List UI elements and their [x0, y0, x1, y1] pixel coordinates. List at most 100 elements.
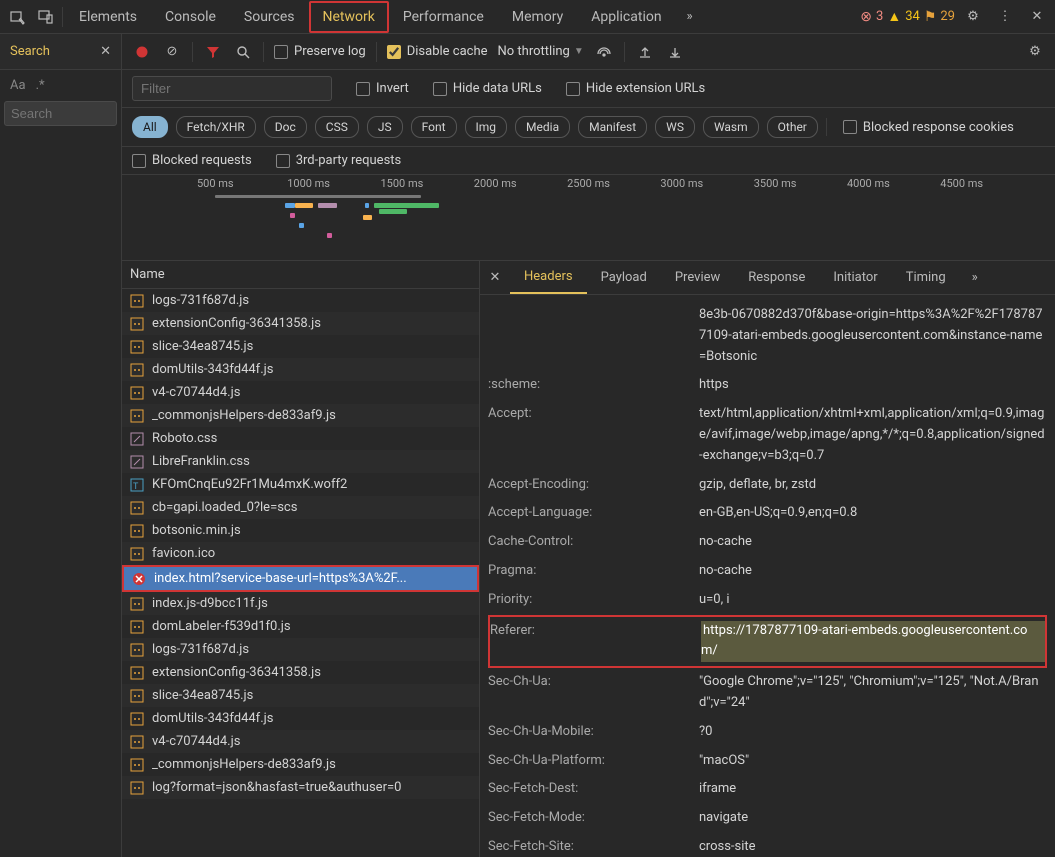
chip-font[interactable]: Font [411, 116, 457, 138]
chip-wasm[interactable]: Wasm [703, 116, 759, 138]
issues-badge[interactable]: ⚑ 29 [924, 9, 955, 25]
request-row[interactable]: domUtils-343fd44f.js [122, 707, 479, 730]
request-row[interactable]: _commonjsHelpers-de833af9.js [122, 753, 479, 776]
request-row[interactable]: favicon.ico [122, 542, 479, 565]
request-row[interactable]: log?format=json&hasfast=true&authuser=0 [122, 776, 479, 799]
chip-js[interactable]: JS [367, 116, 403, 138]
request-name: domUtils-343fd44f.js [152, 362, 273, 377]
request-row[interactable]: logs-731f687d.js [122, 289, 479, 312]
filter-toggle-icon[interactable] [203, 42, 223, 62]
request-name: favicon.ico [152, 546, 215, 561]
request-row[interactable]: v4-c70744d4.js [122, 381, 479, 404]
network-conditions-icon[interactable] [594, 42, 614, 62]
js-file-icon [130, 501, 144, 515]
blocked-requests-checkbox[interactable]: Blocked requests [132, 153, 252, 168]
chip-ws[interactable]: WS [655, 116, 695, 138]
request-row[interactable]: _commonjsHelpers-de833af9.js [122, 404, 479, 427]
clear-icon[interactable]: ⊘ [162, 42, 182, 62]
request-row[interactable]: index.html?service-base-url=https%3A%2F.… [122, 565, 479, 592]
preserve-log-checkbox[interactable]: Preserve log [274, 44, 366, 59]
request-row[interactable]: cb=gapi.loaded_0?le=scs [122, 496, 479, 519]
tab-elements[interactable]: Elements [65, 1, 151, 33]
request-row[interactable]: extensionConfig-36341358.js [122, 661, 479, 684]
settings-icon[interactable]: ⚙ [959, 3, 987, 31]
dtab-response[interactable]: Response [734, 262, 819, 293]
inspect-element-icon[interactable] [4, 3, 32, 31]
request-row[interactable]: slice-34ea8745.js [122, 335, 479, 358]
tab-console[interactable]: Console [151, 1, 230, 33]
hide-data-urls-checkbox[interactable]: Hide data URLs [433, 81, 542, 96]
js-file-icon [130, 340, 144, 354]
request-row[interactable]: domLabeler-f539d1f0.js [122, 615, 479, 638]
tab-performance[interactable]: Performance [389, 1, 498, 33]
invert-checkbox[interactable]: Invert [356, 81, 409, 96]
warnings-badge[interactable]: ▲ 34 [887, 8, 919, 25]
chip-all[interactable]: All [132, 116, 168, 138]
hide-extension-urls-checkbox[interactable]: Hide extension URLs [566, 81, 705, 96]
chip-fetchxhr[interactable]: Fetch/XHR [176, 116, 256, 138]
regex-toggle[interactable]: .* [36, 78, 45, 93]
chip-doc[interactable]: Doc [264, 116, 307, 138]
third-party-checkbox[interactable]: 3rd-party requests [276, 153, 402, 168]
search-input[interactable] [4, 101, 117, 126]
request-name: log?format=json&hasfast=true&authuser=0 [152, 780, 401, 795]
request-row[interactable]: slice-34ea8745.js [122, 684, 479, 707]
throttling-dropdown[interactable]: No throttling ▼ [498, 44, 584, 59]
network-settings-icon[interactable]: ⚙ [1025, 42, 1045, 62]
tab-network[interactable]: Network [309, 1, 389, 33]
chip-other[interactable]: Other [767, 116, 818, 138]
dtab-initiator[interactable]: Initiator [819, 262, 891, 293]
more-tabs-icon[interactable]: » [676, 3, 704, 31]
upload-har-icon[interactable] [635, 42, 655, 62]
header-value: cross-site [699, 837, 1047, 857]
request-row[interactable]: Roboto.css [122, 427, 479, 450]
js-file-icon [130, 317, 144, 331]
close-detail-icon[interactable]: ✕ [480, 270, 510, 285]
chip-img[interactable]: Img [465, 116, 508, 138]
tab-memory[interactable]: Memory [498, 1, 577, 33]
header-row: Accept-Language:en-GB,en-US;q=0.9,en;q=0… [488, 499, 1047, 528]
requests-list: Name logs-731f687d.jsextensionConfig-363… [122, 261, 480, 857]
request-row[interactable]: logs-731f687d.js [122, 638, 479, 661]
match-case-toggle[interactable]: Aa [10, 78, 26, 93]
kebab-menu-icon[interactable]: ⋮ [991, 3, 1019, 31]
tab-sources[interactable]: Sources [230, 1, 309, 33]
disable-cache-checkbox[interactable]: Disable cache [387, 44, 488, 59]
record-icon[interactable] [132, 42, 152, 62]
close-devtools-icon[interactable]: ✕ [1023, 3, 1051, 31]
dtab-headers[interactable]: Headers [510, 261, 587, 294]
close-search-panel-icon[interactable]: ✕ [96, 44, 115, 59]
dtab-preview[interactable]: Preview [661, 262, 734, 293]
request-detail-panel: ✕ Headers Payload Preview Response Initi… [480, 261, 1055, 857]
search-icon[interactable] [233, 42, 253, 62]
dtab-timing[interactable]: Timing [892, 262, 960, 293]
divider [62, 7, 63, 27]
header-value: https [699, 375, 1047, 396]
request-row[interactable]: extensionConfig-36341358.js [122, 312, 479, 335]
tab-application[interactable]: Application [577, 1, 675, 33]
errors-badge[interactable]: ⊗ 3 [860, 9, 883, 25]
filter-input[interactable] [132, 76, 332, 101]
header-key: Sec-Fetch-Site: [488, 837, 699, 857]
header-key: Accept-Language: [488, 503, 699, 524]
request-row[interactable]: domUtils-343fd44f.js [122, 358, 479, 381]
warning-icon: ▲ [887, 8, 901, 25]
request-row[interactable]: v4-c70744d4.js [122, 730, 479, 753]
header-value: no-cache [699, 532, 1047, 553]
device-toolbar-icon[interactable] [32, 3, 60, 31]
request-row[interactable]: index.js-d9bcc11f.js [122, 592, 479, 615]
chip-manifest[interactable]: Manifest [578, 116, 647, 138]
timeline-overview[interactable]: 500 ms1000 ms1500 ms2000 ms2500 ms3000 m… [122, 175, 1055, 261]
name-column-header[interactable]: Name [122, 261, 479, 289]
header-value: u=0, i [699, 590, 1047, 611]
request-row[interactable]: botsonic.min.js [122, 519, 479, 542]
download-har-icon[interactable] [665, 42, 685, 62]
header-row: Sec-Ch-Ua-Mobile:?0 [488, 718, 1047, 747]
chip-media[interactable]: Media [515, 116, 570, 138]
dtab-payload[interactable]: Payload [587, 262, 661, 293]
blocked-cookies-checkbox[interactable]: Blocked response cookies [843, 120, 1014, 135]
request-row[interactable]: TKFOmCnqEu92Fr1Mu4mxK.woff2 [122, 473, 479, 496]
request-row[interactable]: LibreFranklin.css [122, 450, 479, 473]
chip-css[interactable]: CSS [315, 116, 359, 138]
more-detail-tabs-icon[interactable]: » [964, 270, 986, 285]
